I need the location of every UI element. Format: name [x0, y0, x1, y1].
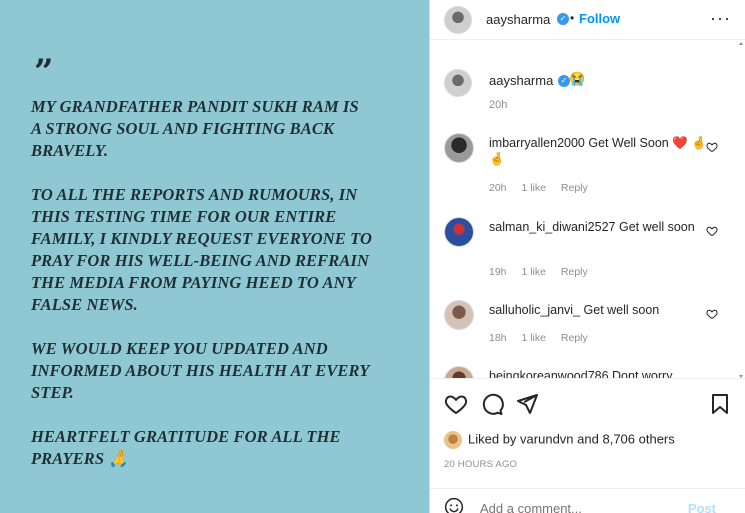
comment-text: Dont worry — [612, 369, 673, 379]
comment-body: salluholic_janvi_ Get well soon — [489, 302, 709, 318]
commenter-username[interactable]: salluholic_janvi_ — [489, 303, 580, 317]
comment-meta: 18h 1 like Reply — [489, 332, 600, 344]
like-heart-icon[interactable] — [444, 392, 468, 416]
post-comment-button[interactable]: Post — [688, 501, 716, 513]
liked-by-others[interactable]: 8,706 others — [602, 431, 674, 446]
post-actions — [430, 388, 745, 418]
commenter-username[interactable]: beingkoreanwood786 — [489, 369, 609, 378]
commenter-avatar[interactable] — [444, 300, 474, 330]
quote-mark: ” — [34, 52, 54, 92]
comment-item: salman_ki_diwani2527 Get well soon 19h 1… — [430, 217, 745, 281]
post-text: MY GRANDFATHER PANDIT SUKH RAM IS A STRO… — [31, 96, 411, 492]
like-comment-heart-icon[interactable] — [706, 141, 718, 153]
reply-button[interactable]: Reply — [561, 266, 588, 278]
comments-scrollbar[interactable] — [737, 41, 745, 379]
comment-meta: 19h 1 like Reply — [489, 266, 600, 278]
commenter-username[interactable]: salman_ki_diwani2527 — [489, 220, 615, 234]
post-image: ” MY GRANDFATHER PANDIT SUKH RAM IS A ST… — [0, 0, 429, 513]
caption-time[interactable]: 20h — [489, 99, 507, 111]
comment-likes[interactable]: 1 like — [521, 182, 546, 194]
post-paragraph-4: HEARTFELT GRATITUDE FOR ALL THE PRAYERS … — [31, 427, 341, 468]
comment-input[interactable] — [480, 501, 680, 513]
caption-avatar[interactable] — [444, 69, 472, 97]
share-paper-plane-icon[interactable] — [515, 392, 539, 416]
likes-summary: Liked by varundvn and 8,706 others — [444, 431, 675, 449]
like-comment-heart-icon[interactable] — [706, 308, 718, 320]
save-bookmark-icon[interactable] — [708, 392, 732, 416]
comment-bubble-icon[interactable] — [480, 392, 504, 416]
emoji-smile-icon[interactable] — [444, 497, 464, 513]
comment-body: beingkoreanwood786 Dont worry — [489, 368, 709, 379]
comment-item: imbarryallen2000 Get Well Soon ❤️ 🤞🤞 20h… — [430, 133, 745, 197]
verified-badge-icon: ✓ — [557, 13, 569, 25]
comment-likes[interactable]: 1 like — [521, 332, 546, 344]
caption-username[interactable]: aaysharma — [489, 73, 553, 88]
commenter-username[interactable]: imbarryallen2000 — [489, 136, 585, 150]
comment-body: imbarryallen2000 Get Well Soon ❤️ 🤞🤞 — [489, 135, 709, 167]
comment-text: Get well soon — [583, 303, 660, 317]
author-avatar[interactable] — [444, 6, 472, 34]
more-options-icon[interactable]: ··· — [710, 8, 731, 29]
caption-emoji: 😭 — [569, 71, 586, 86]
commenter-avatar[interactable] — [444, 133, 474, 163]
liker-avatar[interactable] — [444, 431, 462, 449]
post-paragraph-3: WE WOULD KEEP YOU UPDATED AND INFORMED A… — [31, 339, 370, 402]
comments-list[interactable]: aaysharma ✓ 😭 20h imbarryallen2000 Get W… — [430, 41, 745, 379]
follow-button[interactable]: Follow — [579, 11, 620, 26]
commenter-avatar[interactable] — [444, 366, 474, 378]
comment-text: Get well soon — [618, 220, 695, 234]
caption: aaysharma ✓ 😭 20h — [430, 63, 745, 133]
author-username[interactable]: aaysharma — [486, 12, 550, 27]
comment-time[interactable]: 20h — [489, 182, 507, 194]
post-side-panel: aaysharma ✓ • Follow ··· aaysharma ✓ 😭 2… — [429, 0, 745, 513]
comment-body: salman_ki_diwani2527 Get well soon — [489, 219, 709, 235]
comment-item: salluholic_janvi_ Get well soon 18h 1 li… — [430, 300, 745, 364]
post-timestamp[interactable]: 20 HOURS AGO — [444, 459, 517, 470]
commenter-avatar[interactable] — [444, 217, 474, 247]
header-separator: • — [570, 11, 575, 25]
liked-by-user[interactable]: varundvn — [520, 431, 573, 446]
comment-time[interactable]: 19h — [489, 266, 507, 278]
add-comment-bar: Post — [430, 488, 745, 513]
comment-item: beingkoreanwood786 Dont worry — [430, 366, 745, 379]
liked-by-prefix: Liked by — [468, 431, 517, 447]
reply-button[interactable]: Reply — [561, 332, 588, 344]
liked-by-connector: and — [577, 431, 599, 447]
post-paragraph-1: MY GRANDFATHER PANDIT SUKH RAM IS A STRO… — [31, 97, 359, 160]
comment-time[interactable]: 18h — [489, 332, 507, 344]
reply-button[interactable]: Reply — [561, 182, 588, 194]
post-paragraph-2: TO ALL THE REPORTS AND RUMOURS, IN THIS … — [31, 185, 373, 314]
comment-likes[interactable]: 1 like — [521, 266, 546, 278]
post-header: aaysharma ✓ • Follow ··· — [430, 0, 745, 40]
like-comment-heart-icon[interactable] — [706, 225, 718, 237]
comment-meta: 20h 1 like Reply — [489, 182, 600, 194]
